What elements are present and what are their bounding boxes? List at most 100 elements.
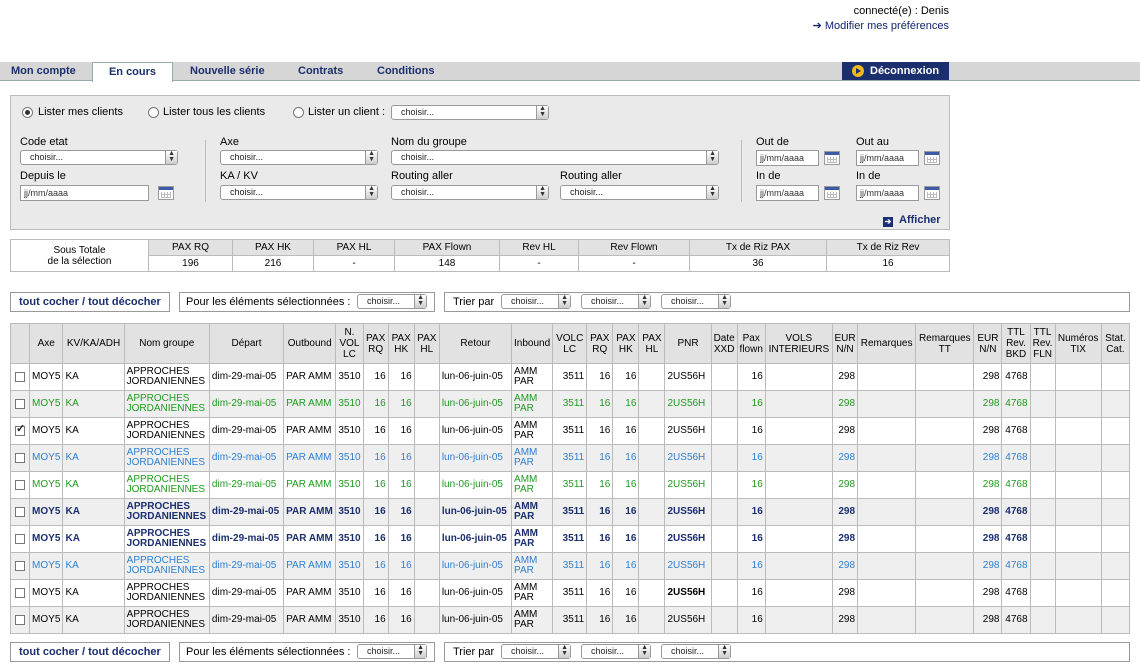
table-row[interactable]: MOY5KAAPPROCHES JORDANIENNESdim-29-mai-0… <box>9 498 1131 526</box>
table-cell: APPROCHES JORDANIENNES <box>123 444 210 472</box>
column-header: Départ <box>208 323 285 364</box>
bulk-action-select[interactable]: choisir... ▲ ▼ <box>357 644 427 659</box>
table-row[interactable]: MOY5KAAPPROCHES JORDANIENNESdim-29-mai-0… <box>9 444 1131 472</box>
row-checkbox[interactable] <box>15 371 26 382</box>
table-row[interactable]: MOY5KAAPPROCHES JORDANIENNESdim-29-mai-0… <box>9 471 1131 499</box>
out-au-input[interactable]: jj/mm/aaaa <box>856 150 919 166</box>
row-checkbox[interactable] <box>15 424 25 436</box>
sort-bar-bottom: Trier par choisir... ▲ ▼ choisir... ▲ ▼ choi… <box>444 642 1130 662</box>
table-row[interactable]: MOY5KAAPPROCHES JORDANIENNESdim-29-mai-0… <box>9 390 1131 418</box>
table-cell <box>710 525 738 553</box>
table-row[interactable]: MOY5KAAPPROCHES JORDANIENNESdim-29-mai-0… <box>9 606 1131 634</box>
table-cell: KA <box>62 417 125 445</box>
client-select[interactable]: choisir... ▲ ▼ <box>391 105 549 120</box>
sort-select-3[interactable]: choisir... ▲ ▼ <box>661 294 731 309</box>
sort-select-2[interactable]: choisir... ▲ ▼ <box>581 644 651 659</box>
table-cell: 298 <box>973 390 1003 418</box>
table-cell: 3510 <box>335 444 364 472</box>
table-cell: 298 <box>973 579 1003 607</box>
sort-select-3[interactable]: choisir... ▲ ▼ <box>661 644 731 659</box>
sort-select-2[interactable]: choisir... ▲ ▼ <box>581 294 651 309</box>
code-etat-value: choisir... <box>30 152 64 162</box>
tab-conditions[interactable]: Conditions <box>377 62 434 81</box>
row-select-cell <box>9 552 31 580</box>
axe-select[interactable]: choisir... ▲ ▼ <box>220 150 378 165</box>
subtotal-header: Tx de Riz PAX <box>689 239 827 256</box>
sort-select-1[interactable]: choisir... ▲ ▼ <box>501 644 571 659</box>
tout-decocher-link[interactable]: tout décocher <box>88 296 161 308</box>
row-checkbox[interactable] <box>15 614 26 625</box>
tab-en-cours[interactable]: En cours <box>92 62 173 82</box>
table-cell: 16 <box>612 606 640 634</box>
out-de-input[interactable]: jj/mm/aaaa <box>756 150 819 166</box>
nom-groupe-select[interactable]: choisir... ▲ ▼ <box>391 150 719 165</box>
in-de-input[interactable]: jj/mm/aaaa <box>756 185 819 201</box>
radio-mes-clients[interactable] <box>22 107 33 118</box>
table-cell: 16 <box>612 579 640 607</box>
table-row[interactable]: MOY5KAAPPROCHES JORDANIENNESdim-29-mai-0… <box>9 525 1131 553</box>
calendar-icon[interactable] <box>824 151 840 165</box>
tout-cocher-link[interactable]: tout cocher <box>19 646 79 658</box>
calendar-icon[interactable] <box>924 186 940 200</box>
table-cell: 16 <box>387 471 415 499</box>
sort-select-1[interactable]: choisir... ▲ ▼ <box>501 294 571 309</box>
row-checkbox[interactable] <box>15 452 26 463</box>
tout-decocher-link[interactable]: tout décocher <box>88 646 161 658</box>
column-header: Outbound <box>283 323 337 364</box>
row-checkbox[interactable] <box>15 479 26 490</box>
table-cell: dim-29-mai-05 <box>208 417 285 445</box>
table-cell: 16 <box>736 471 766 499</box>
table-cell: 16 <box>612 444 640 472</box>
subtotal-value: 196 <box>148 255 233 272</box>
table-row[interactable]: MOY5KAAPPROCHES JORDANIENNESdim-29-mai-0… <box>9 552 1131 580</box>
tab-nouvelle-serie[interactable]: Nouvelle série <box>190 62 265 81</box>
table-cell: 4768 <box>1001 606 1031 634</box>
table-cell: 298 <box>831 444 859 472</box>
table-row[interactable]: MOY5KAAPPROCHES JORDANIENNESdim-29-mai-0… <box>9 579 1131 607</box>
table-cell: 16 <box>387 390 415 418</box>
tout-cocher-link[interactable]: tout cocher <box>19 296 79 308</box>
calendar-icon[interactable] <box>924 151 940 165</box>
row-checkbox[interactable] <box>15 560 26 571</box>
ka-kv-select[interactable]: choisir... ▲ ▼ <box>220 185 378 200</box>
bulk-action-label: Pour les éléments sélectionnées : <box>186 646 351 658</box>
tab-mon-compte[interactable]: Mon compte <box>11 62 76 81</box>
table-cell: MOY5 <box>29 606 64 634</box>
table-cell: lun-06-juin-05 <box>438 444 513 472</box>
routing-retour-select[interactable]: choisir... ▲ ▼ <box>560 185 719 200</box>
radio-tous-clients[interactable] <box>148 107 159 118</box>
row-select-cell <box>9 363 31 391</box>
row-checkbox[interactable] <box>15 533 26 544</box>
table-cell: lun-06-juin-05 <box>438 363 513 391</box>
table-cell: AMM PAR <box>511 444 554 472</box>
table-cell <box>1029 498 1056 526</box>
row-checkbox[interactable] <box>15 506 26 517</box>
code-etat-select[interactable]: choisir... ▲ ▼ <box>20 150 178 165</box>
logout-button[interactable]: Déconnexion <box>842 62 949 80</box>
table-cell <box>1054 471 1102 499</box>
table-cell: AMM PAR <box>511 417 554 445</box>
separator: / <box>78 646 89 658</box>
radio-un-client[interactable] <box>293 107 304 118</box>
table-cell: PAR AMM <box>283 417 337 445</box>
table-cell <box>764 471 833 499</box>
row-checkbox[interactable] <box>15 398 26 409</box>
afficher-button[interactable]: ➔ Afficher <box>883 214 941 227</box>
table-cell: 16 <box>736 444 766 472</box>
depuis-le-input[interactable]: jj/mm/aaaa <box>20 185 149 201</box>
bulk-action-select[interactable]: choisir... ▲ ▼ <box>357 294 427 309</box>
table-cell: dim-29-mai-05 <box>208 363 285 391</box>
routing-aller-select[interactable]: choisir... ▲ ▼ <box>391 185 549 200</box>
tab-contrats[interactable]: Contrats <box>298 62 343 81</box>
preferences-link[interactable]: ➔ Modifier mes préférences <box>813 19 949 34</box>
table-cell: APPROCHES JORDANIENNES <box>123 390 210 418</box>
table-row[interactable]: MOY5KAAPPROCHES JORDANIENNESdim-29-mai-0… <box>9 363 1131 391</box>
in-au-input[interactable]: jj/mm/aaaa <box>856 185 919 201</box>
logout-label: Déconnexion <box>870 65 940 77</box>
row-checkbox[interactable] <box>15 587 26 598</box>
table-row[interactable]: MOY5KAAPPROCHES JORDANIENNESdim-29-mai-0… <box>9 417 1131 445</box>
table-cell: MOY5 <box>29 525 64 553</box>
table-cell: AMM PAR <box>511 606 554 634</box>
calendar-icon[interactable] <box>158 186 174 200</box>
calendar-icon[interactable] <box>824 186 840 200</box>
